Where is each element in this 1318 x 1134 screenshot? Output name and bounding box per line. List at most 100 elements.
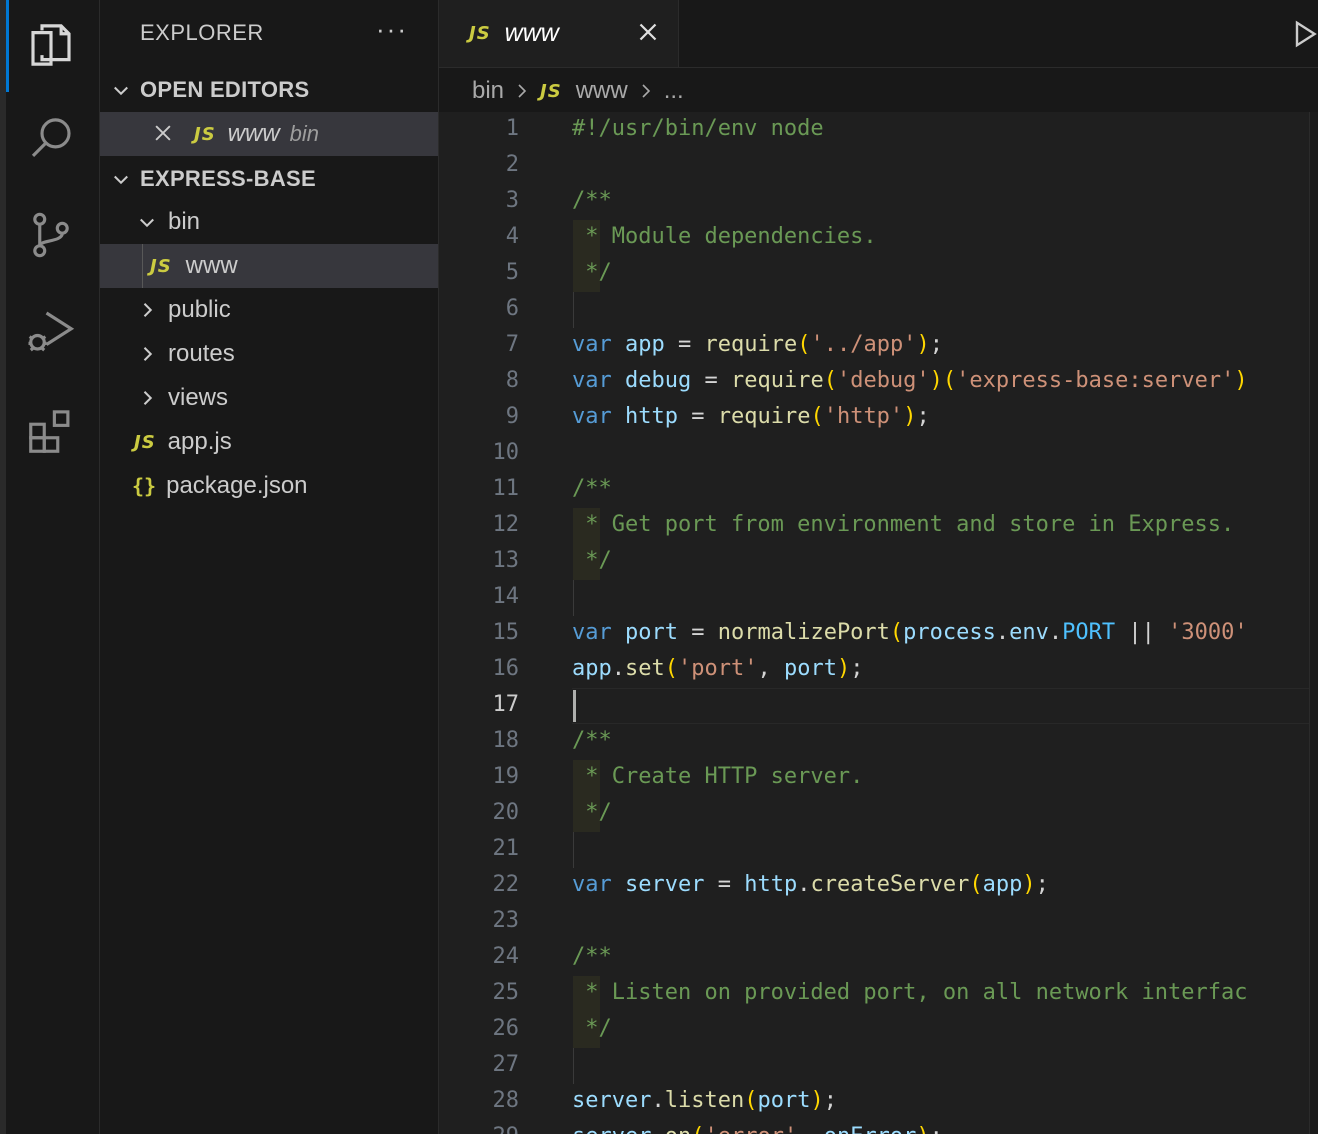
breadcrumb: bin JS www ...	[472, 72, 684, 110]
line-number: 20	[492, 800, 520, 825]
more-actions-icon[interactable]: ···	[376, 14, 408, 45]
active-indicator	[6, 0, 9, 92]
project-label: EXPRESS-BASE	[140, 166, 316, 191]
code-line: * Listen on provided port, on all networ…	[572, 980, 1248, 1005]
tree-item-www[interactable]: JS www	[100, 244, 438, 288]
line-number: 28	[492, 1088, 520, 1113]
js-file-icon: JS	[194, 123, 216, 145]
line-number: 23	[492, 908, 520, 933]
code-line: */	[572, 1016, 612, 1041]
code-line: server.listen(port);	[572, 1088, 837, 1113]
chevron-right-icon	[136, 299, 158, 321]
line-number: 3	[505, 188, 519, 213]
window-edge	[0, 0, 6, 1134]
tab-bar: JS www	[439, 0, 1318, 68]
code-line: /**	[572, 188, 612, 213]
search-icon[interactable]	[22, 110, 80, 168]
explorer-icon[interactable]	[22, 16, 80, 74]
line-number: 18	[492, 728, 520, 753]
tree-item-routes[interactable]: routes	[100, 332, 438, 376]
source-control-icon[interactable]	[22, 206, 80, 264]
indent-guide	[142, 244, 143, 288]
line-number: 12	[492, 512, 520, 537]
line-number: 22	[492, 872, 520, 897]
tree-item-label: public	[168, 296, 231, 323]
run-debug-icon[interactable]	[22, 302, 80, 360]
code-line: */	[572, 800, 612, 825]
line-number: 27	[492, 1052, 520, 1077]
code-line: * Get port from environment and store in…	[572, 512, 1235, 537]
current-line-highlight	[572, 688, 1312, 724]
chevron-right-icon	[136, 343, 158, 365]
open-editors-section[interactable]: OPEN EDITORS	[100, 68, 438, 112]
line-number: 26	[492, 1016, 520, 1041]
indent-guide	[573, 292, 574, 328]
tree-item-label: bin	[168, 208, 201, 235]
tree-item-label: package.json	[166, 472, 308, 499]
tab-www[interactable]: JS www	[439, 0, 679, 67]
line-number: 15	[492, 620, 520, 645]
js-file-icon: JS	[469, 23, 491, 44]
extensions-icon[interactable]	[22, 402, 80, 460]
activity-bar	[0, 0, 100, 1134]
tree-item-views[interactable]: views	[100, 376, 438, 420]
chevron-down-icon	[110, 168, 132, 190]
line-number-current: 17	[492, 692, 520, 717]
line-number: 8	[505, 368, 519, 393]
breadcrumb-www[interactable]: www	[576, 77, 628, 105]
tab-label: www	[504, 19, 559, 47]
line-number: 16	[492, 656, 520, 681]
js-file-icon: JS	[540, 80, 562, 102]
line-number: 4	[505, 224, 519, 249]
tree-item-label: routes	[168, 340, 235, 367]
tree-item-package-json[interactable]: {} package.json	[100, 464, 438, 508]
explorer-sidebar: EXPLORER ··· OPEN EDITORS JS www bin EXP…	[100, 0, 439, 1134]
line-number: 14	[492, 584, 520, 609]
vertical-scrollbar[interactable]	[1309, 112, 1318, 1134]
code-line: var server = http.createServer(app);	[572, 872, 1049, 897]
code-line: app.set('port', port);	[572, 656, 864, 681]
project-section[interactable]: EXPRESS-BASE	[100, 157, 438, 201]
json-file-icon: {}	[132, 474, 157, 498]
breadcrumb-bin[interactable]: bin	[472, 77, 504, 105]
open-editor-item[interactable]: JS www bin	[100, 112, 438, 156]
code-line: * Module dependencies.	[572, 224, 877, 249]
tree-item-public[interactable]: public	[100, 288, 438, 332]
line-number: 11	[492, 476, 520, 501]
code-line: /**	[572, 476, 612, 501]
open-editor-name: www	[227, 120, 280, 147]
line-number: 25	[492, 980, 520, 1005]
line-number: 5	[505, 260, 519, 285]
tree-item-bin[interactable]: bin	[100, 200, 438, 244]
text-cursor	[573, 690, 576, 722]
indent-guide	[573, 580, 574, 616]
code-line: var debug = require('debug')('express-ba…	[572, 368, 1248, 393]
line-number: 29	[439, 1124, 520, 1134]
code-line: /**	[572, 944, 612, 969]
line-number: 7	[505, 332, 519, 357]
close-icon[interactable]	[636, 20, 660, 44]
tree-item-app-js[interactable]: JS app.js	[100, 420, 438, 464]
code-line: #!/usr/bin/env node	[572, 116, 824, 141]
code-editor[interactable]: 1 2 3 4 5 6 7 8 9 10 11 12 13 14 15 16 1…	[439, 112, 1318, 1134]
code-line: var app = require('../app');	[572, 332, 943, 357]
line-number: 21	[492, 836, 520, 861]
chevron-right-icon	[136, 387, 158, 409]
code-line: */	[572, 548, 612, 573]
chevron-down-icon	[110, 79, 132, 101]
tree-item-label: views	[168, 384, 229, 411]
indent-guide	[573, 1048, 574, 1084]
line-number: 2	[505, 152, 519, 177]
close-icon[interactable]	[152, 122, 176, 146]
line-number: 19	[492, 764, 520, 789]
line-number: 10	[492, 440, 520, 465]
line-number: 1	[505, 116, 519, 141]
run-icon[interactable]	[1292, 18, 1318, 50]
indent-guide	[573, 832, 574, 868]
open-editors-label: OPEN EDITORS	[140, 77, 310, 102]
breadcrumb-symbols[interactable]: ...	[664, 77, 684, 105]
line-number: 13	[492, 548, 520, 573]
code-line: * Create HTTP server.	[572, 764, 864, 789]
chevron-right-icon	[638, 83, 654, 99]
line-number: 6	[505, 296, 519, 321]
